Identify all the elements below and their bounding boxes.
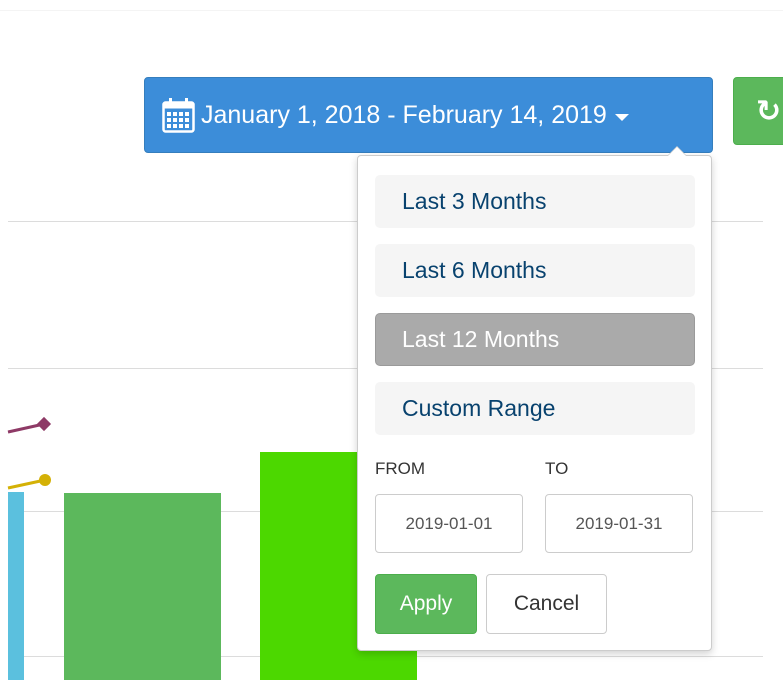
range-option-last-12-months[interactable]: Last 12 Months [375,313,695,366]
range-option-label: Last 12 Months [402,326,560,352]
date-range-button[interactable]: January 1, 2018 - February 14, 2019 [144,77,713,153]
range-option-label: Last 6 Months [402,257,547,283]
chart-bar-cyan [8,492,24,680]
refresh-icon: ↻ [756,94,782,128]
from-label: FROM [375,459,426,478]
cancel-button[interactable]: Cancel [486,574,607,634]
refresh-button[interactable]: ↻ [733,77,783,145]
apply-button[interactable]: Apply [375,574,477,634]
range-option-label: Last 3 Months [402,188,547,214]
date-range-dropdown: Last 3 Months Last 6 Months Last 12 Mont… [357,146,712,651]
chart-marker-circle [39,474,51,486]
to-date-input[interactable] [545,494,693,553]
range-option-custom-range[interactable]: Custom Range [375,382,695,435]
chart-bar-green [64,493,221,680]
caret-down-icon [614,113,629,121]
date-range-label: January 1, 2018 - February 14, 2019 [201,100,607,129]
range-option-label: Custom Range [402,395,556,421]
range-option-last-6-months[interactable]: Last 6 Months [375,244,695,297]
chart-marker-diamond [36,416,52,432]
to-label: TO [545,459,569,478]
dropdown-arrow-fill [668,147,686,156]
from-date-input[interactable] [375,494,523,553]
app-window: January 1, 2018 - February 14, 2019 ↻ La… [0,0,783,680]
calendar-icon [162,98,195,133]
range-option-last-3-months[interactable]: Last 3 Months [375,175,695,228]
